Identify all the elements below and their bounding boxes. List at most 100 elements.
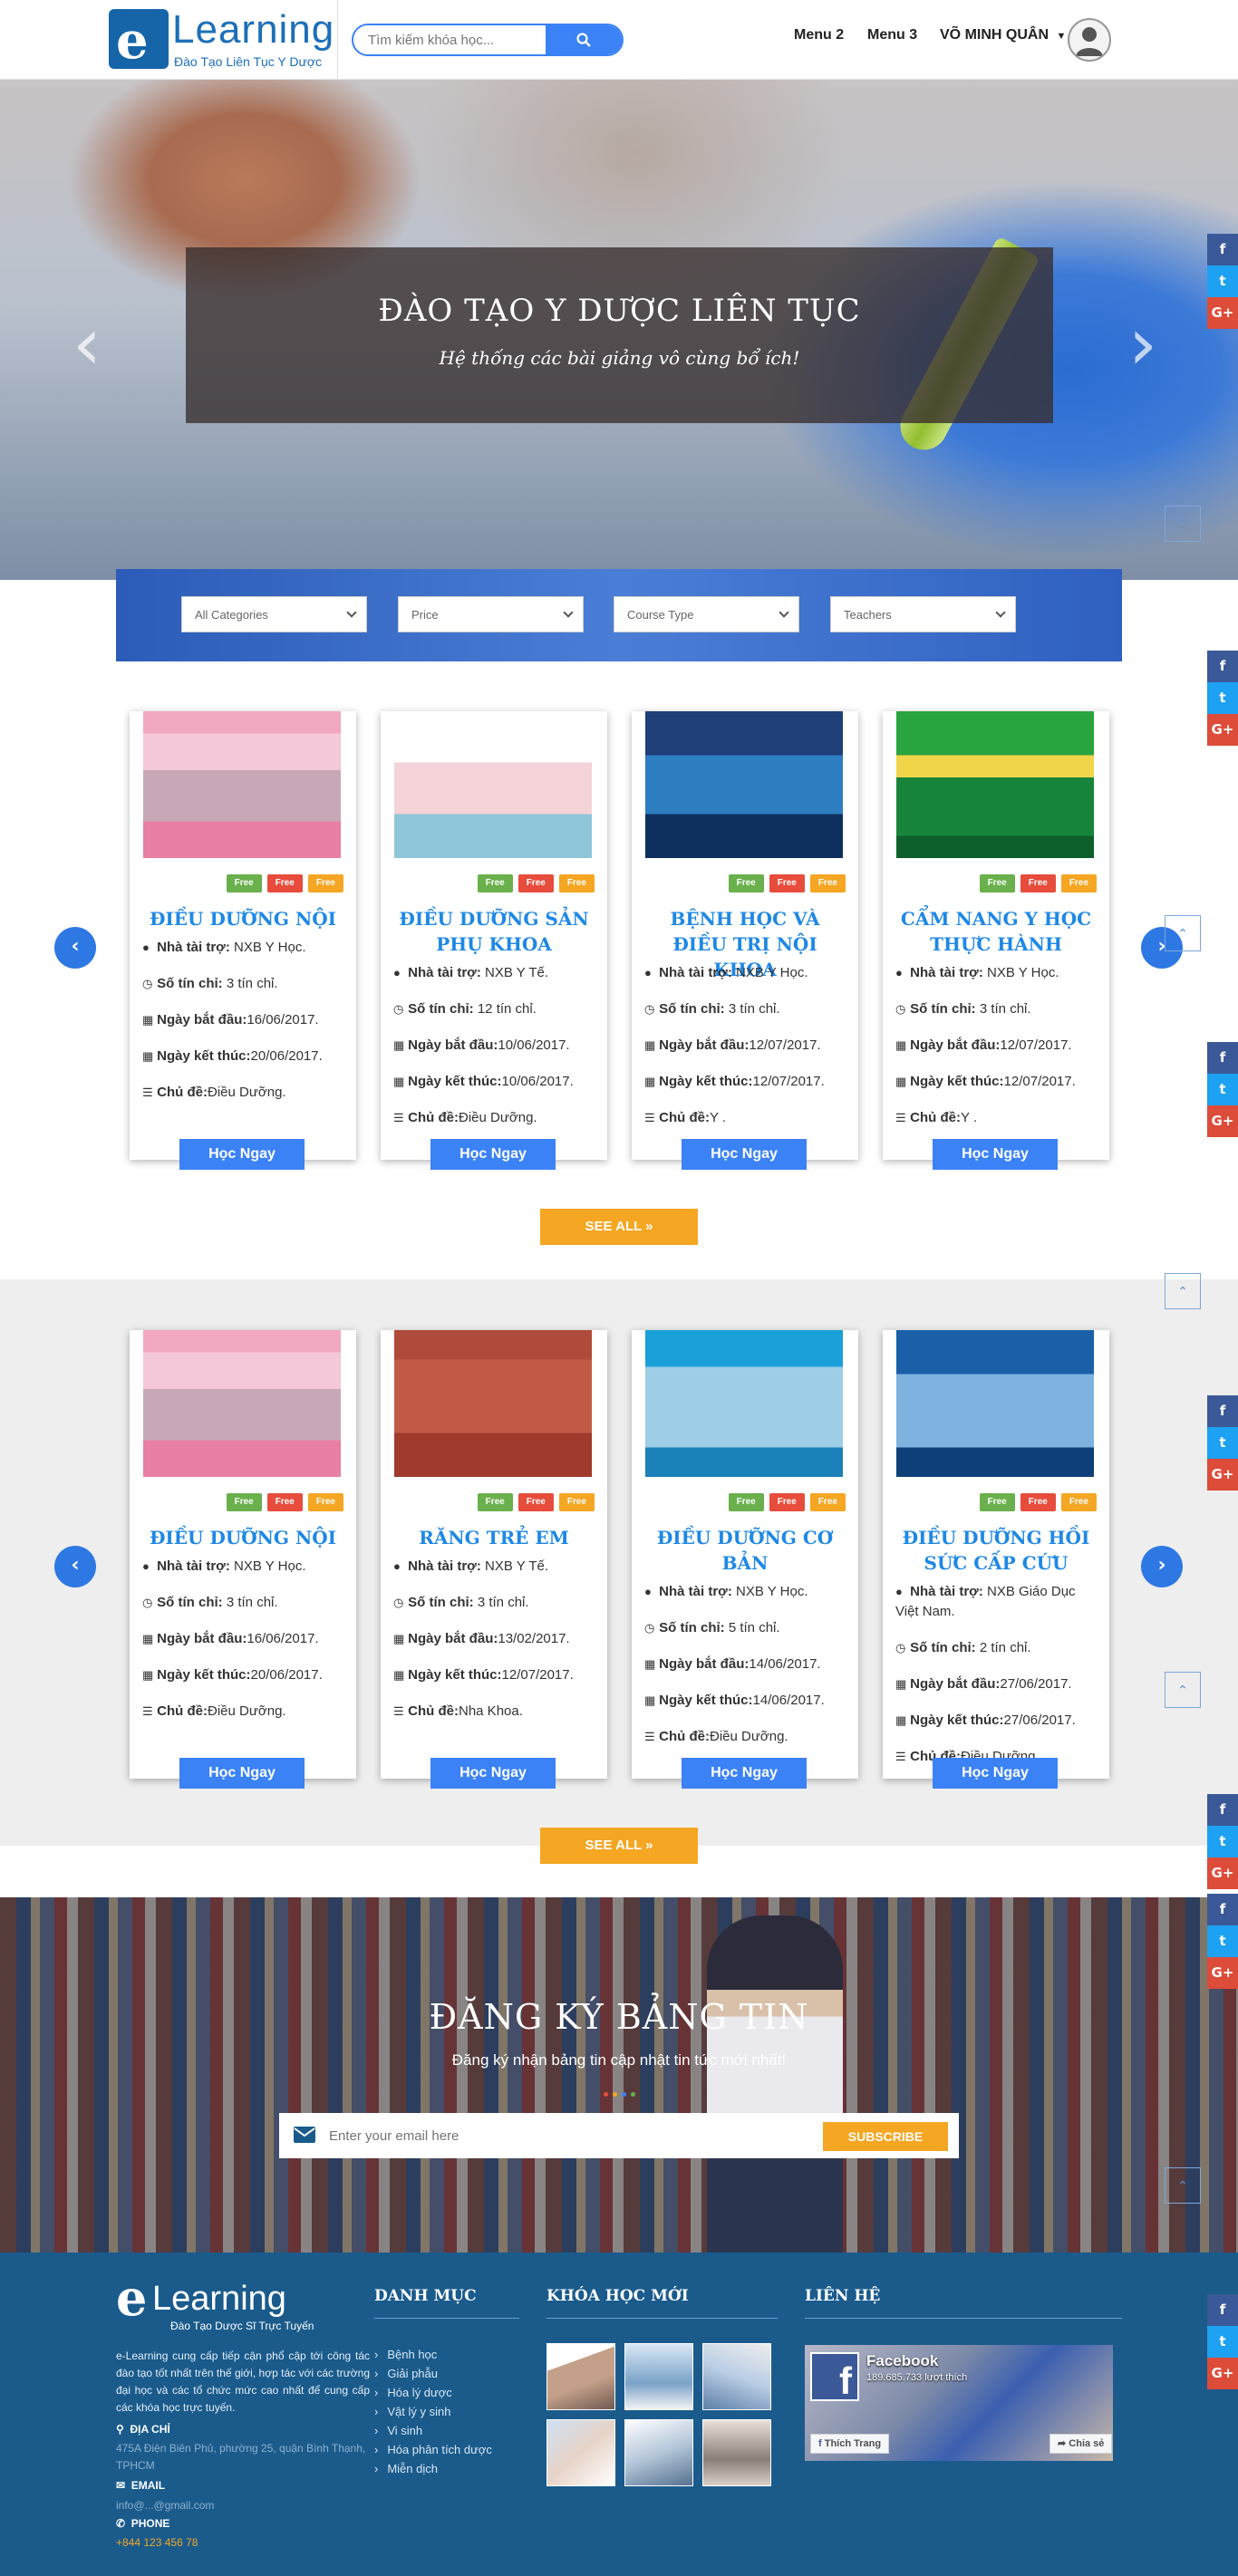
filter-course-type[interactable]: Course Type (614, 596, 799, 632)
course-card[interactable]: Free Free Free ĐIỀU DƯỠNG NỘI ● Nhà tài … (130, 711, 356, 1170)
slider-next-icon[interactable]: › (1128, 302, 1157, 386)
category-link[interactable]: Vật lý y sinh (374, 2402, 492, 2421)
course-cover-image[interactable] (896, 711, 1094, 858)
course-card[interactable]: Free Free Free RĂNG TRẺ EM ● Nhà tài trợ… (381, 1330, 607, 1789)
search-input[interactable] (353, 25, 548, 54)
google-plus-icon[interactable]: G+ (1207, 1957, 1238, 1989)
course-cover-image[interactable] (394, 711, 592, 858)
course-card[interactable]: Free Free Free ĐIỀU DƯỠNG CƠ BẢN ● Nhà t… (632, 1330, 858, 1789)
facebook-icon[interactable]: f (1207, 1395, 1238, 1427)
search-button[interactable] (546, 25, 622, 54)
filter-categories[interactable]: All Categories (181, 596, 367, 632)
course-thumbnail[interactable] (624, 2343, 693, 2410)
facebook-icon[interactable]: f (1207, 1042, 1238, 1074)
learn-now-button[interactable]: Học Ngay (430, 1139, 556, 1170)
email-label: ✉ EMAIL (116, 2479, 166, 2492)
learn-now-button[interactable]: Học Ngay (179, 1139, 305, 1170)
category-link[interactable]: Miễn dịch (374, 2459, 492, 2478)
course-card[interactable]: Free Free Free ĐIỀU DƯỠNG SẢN PHỤ KHOA ●… (381, 711, 607, 1170)
twitter-icon[interactable]: t (1207, 1925, 1238, 1957)
carousel-prev-button[interactable]: ‹ (54, 1546, 96, 1587)
google-plus-icon[interactable]: G+ (1207, 1857, 1238, 1889)
course-title[interactable]: ĐIỀU DƯỠNG SẢN PHỤ KHOA (390, 906, 598, 957)
twitter-icon[interactable]: t (1207, 2326, 1238, 2358)
learn-now-button[interactable]: Học Ngay (682, 1758, 807, 1789)
course-card[interactable]: Free Free Free BỆNH HỌC VÀ ĐIỀU TRỊ NỘI … (632, 711, 858, 1170)
logo-mark-icon: e (109, 9, 169, 71)
course-title[interactable]: ĐIỀU DƯỠNG NỘI (139, 1525, 347, 1550)
logo[interactable]: e Learning Đào Tạo Liên Tục Y Dược (109, 7, 335, 72)
twitter-icon[interactable]: t (1207, 265, 1238, 297)
user-icon: ● (393, 1559, 401, 1573)
course-thumbnail[interactable] (702, 2419, 771, 2486)
google-plus-icon[interactable]: G+ (1207, 1105, 1238, 1137)
twitter-icon[interactable]: t (1207, 1074, 1238, 1105)
course-title[interactable]: ĐIỀU DƯỠNG HỒI SỨC CẤP CỨU (892, 1525, 1100, 1576)
course-cover-image[interactable] (896, 1330, 1094, 1477)
newsletter-section: ĐĂNG KÝ BẢNG TIN Đăng ký nhận bảng tin c… (0, 1897, 1238, 2253)
google-plus-icon[interactable]: G+ (1207, 1459, 1238, 1491)
phone-value[interactable]: +844 123 456 78 (116, 2534, 370, 2552)
scroll-up-icon[interactable]: ⌃ (1165, 1273, 1201, 1309)
category-link[interactable]: Hóa lý dược (374, 2383, 492, 2402)
category-link[interactable]: Hóa phân tích dược (374, 2440, 492, 2459)
course-title[interactable]: RĂNG TRẺ EM (390, 1525, 598, 1550)
course-thumbnail[interactable] (546, 2419, 615, 2486)
google-plus-icon[interactable]: G+ (1207, 2358, 1238, 2389)
subscribe-button[interactable]: SUBSCRIBE (823, 2122, 948, 2151)
twitter-icon[interactable]: t (1207, 1826, 1238, 1857)
course-cover-image[interactable] (645, 1330, 843, 1477)
facebook-icon[interactable]: f (1207, 2294, 1238, 2326)
course-title[interactable]: ĐIỀU DƯỠNG NỘI (139, 906, 347, 931)
scroll-up-icon[interactable]: ⌃ (1165, 1672, 1201, 1708)
course-cover-image[interactable] (143, 711, 341, 858)
course-card[interactable]: Free Free Free ĐIỀU DƯỠNG HỒI SỨC CẤP CỨ… (883, 1330, 1109, 1789)
course-thumbnail[interactable] (702, 2343, 771, 2410)
twitter-icon[interactable]: t (1207, 682, 1238, 714)
course-cover-image[interactable] (645, 711, 843, 858)
nav-menu-2[interactable]: Menu 2 (794, 27, 844, 43)
google-plus-icon[interactable]: G+ (1207, 714, 1238, 746)
course-cover-image[interactable] (394, 1330, 592, 1477)
google-plus-icon[interactable]: G+ (1207, 297, 1238, 329)
carousel-next-button[interactable]: › (1141, 1546, 1183, 1587)
course-card[interactable]: Free Free Free CẨM NANG Y HỌC THỰC HÀNH … (883, 711, 1109, 1170)
course-thumbnail[interactable] (624, 2419, 693, 2486)
newsletter-email-input[interactable] (329, 2122, 782, 2149)
twitter-icon[interactable]: t (1207, 1427, 1238, 1459)
carousel-prev-button[interactable]: ‹ (54, 927, 96, 969)
learn-now-button[interactable]: Học Ngay (933, 1139, 1058, 1170)
facebook-page-widget[interactable]: f Facebook 189.685.733 lượt thích f Thíc… (805, 2345, 1113, 2461)
facebook-icon[interactable]: f (1207, 651, 1238, 682)
facebook-icon[interactable]: f (1207, 1894, 1238, 1925)
course-card[interactable]: Free Free Free ĐIỀU DƯỠNG NỘI ● Nhà tài … (130, 1330, 356, 1789)
learn-now-button[interactable]: Học Ngay (682, 1139, 807, 1170)
filter-teachers[interactable]: Teachers (830, 596, 1016, 632)
learn-now-button[interactable]: Học Ngay (179, 1758, 305, 1789)
facebook-like-button[interactable]: f Thích Trang (810, 2434, 890, 2454)
course-title[interactable]: CẨM NANG Y HỌC THỰC HÀNH (892, 906, 1100, 957)
avatar[interactable] (1068, 18, 1111, 62)
category-link[interactable]: Vi sinh (374, 2421, 492, 2440)
see-all-button[interactable]: SEE ALL » (540, 1209, 698, 1245)
nav-menu-3[interactable]: Menu 3 (867, 27, 917, 43)
category-link[interactable]: Giải phẫu (374, 2364, 492, 2383)
learn-now-button[interactable]: Học Ngay (430, 1758, 556, 1789)
course-thumbnail[interactable] (546, 2343, 615, 2410)
user-menu[interactable]: VÕ MINH QUÂN ▼ (940, 27, 1066, 43)
scroll-up-icon[interactable]: ⌃ (1165, 2167, 1201, 2204)
facebook-icon[interactable]: f (1207, 1794, 1238, 1826)
footer-logo-mark: e (116, 2269, 148, 2327)
facebook-share-button[interactable]: ➦ Chia sẻ (1049, 2434, 1113, 2454)
scroll-up-icon[interactable]: ⌃ (1165, 506, 1201, 542)
scroll-up-icon[interactable]: ⌃ (1165, 915, 1201, 951)
slider-prev-icon[interactable]: ‹ (73, 302, 102, 386)
email-value[interactable]: info@...@gmail.com (116, 2497, 370, 2514)
category-link[interactable]: Bệnh học (374, 2345, 492, 2364)
see-all-button[interactable]: SEE ALL » (540, 1828, 698, 1864)
facebook-icon[interactable]: f (1207, 234, 1238, 265)
filter-price[interactable]: Price (398, 596, 584, 632)
course-cover-image[interactable] (143, 1330, 341, 1477)
learn-now-button[interactable]: Học Ngay (933, 1758, 1058, 1789)
course-title[interactable]: ĐIỀU DƯỠNG CƠ BẢN (641, 1525, 849, 1576)
